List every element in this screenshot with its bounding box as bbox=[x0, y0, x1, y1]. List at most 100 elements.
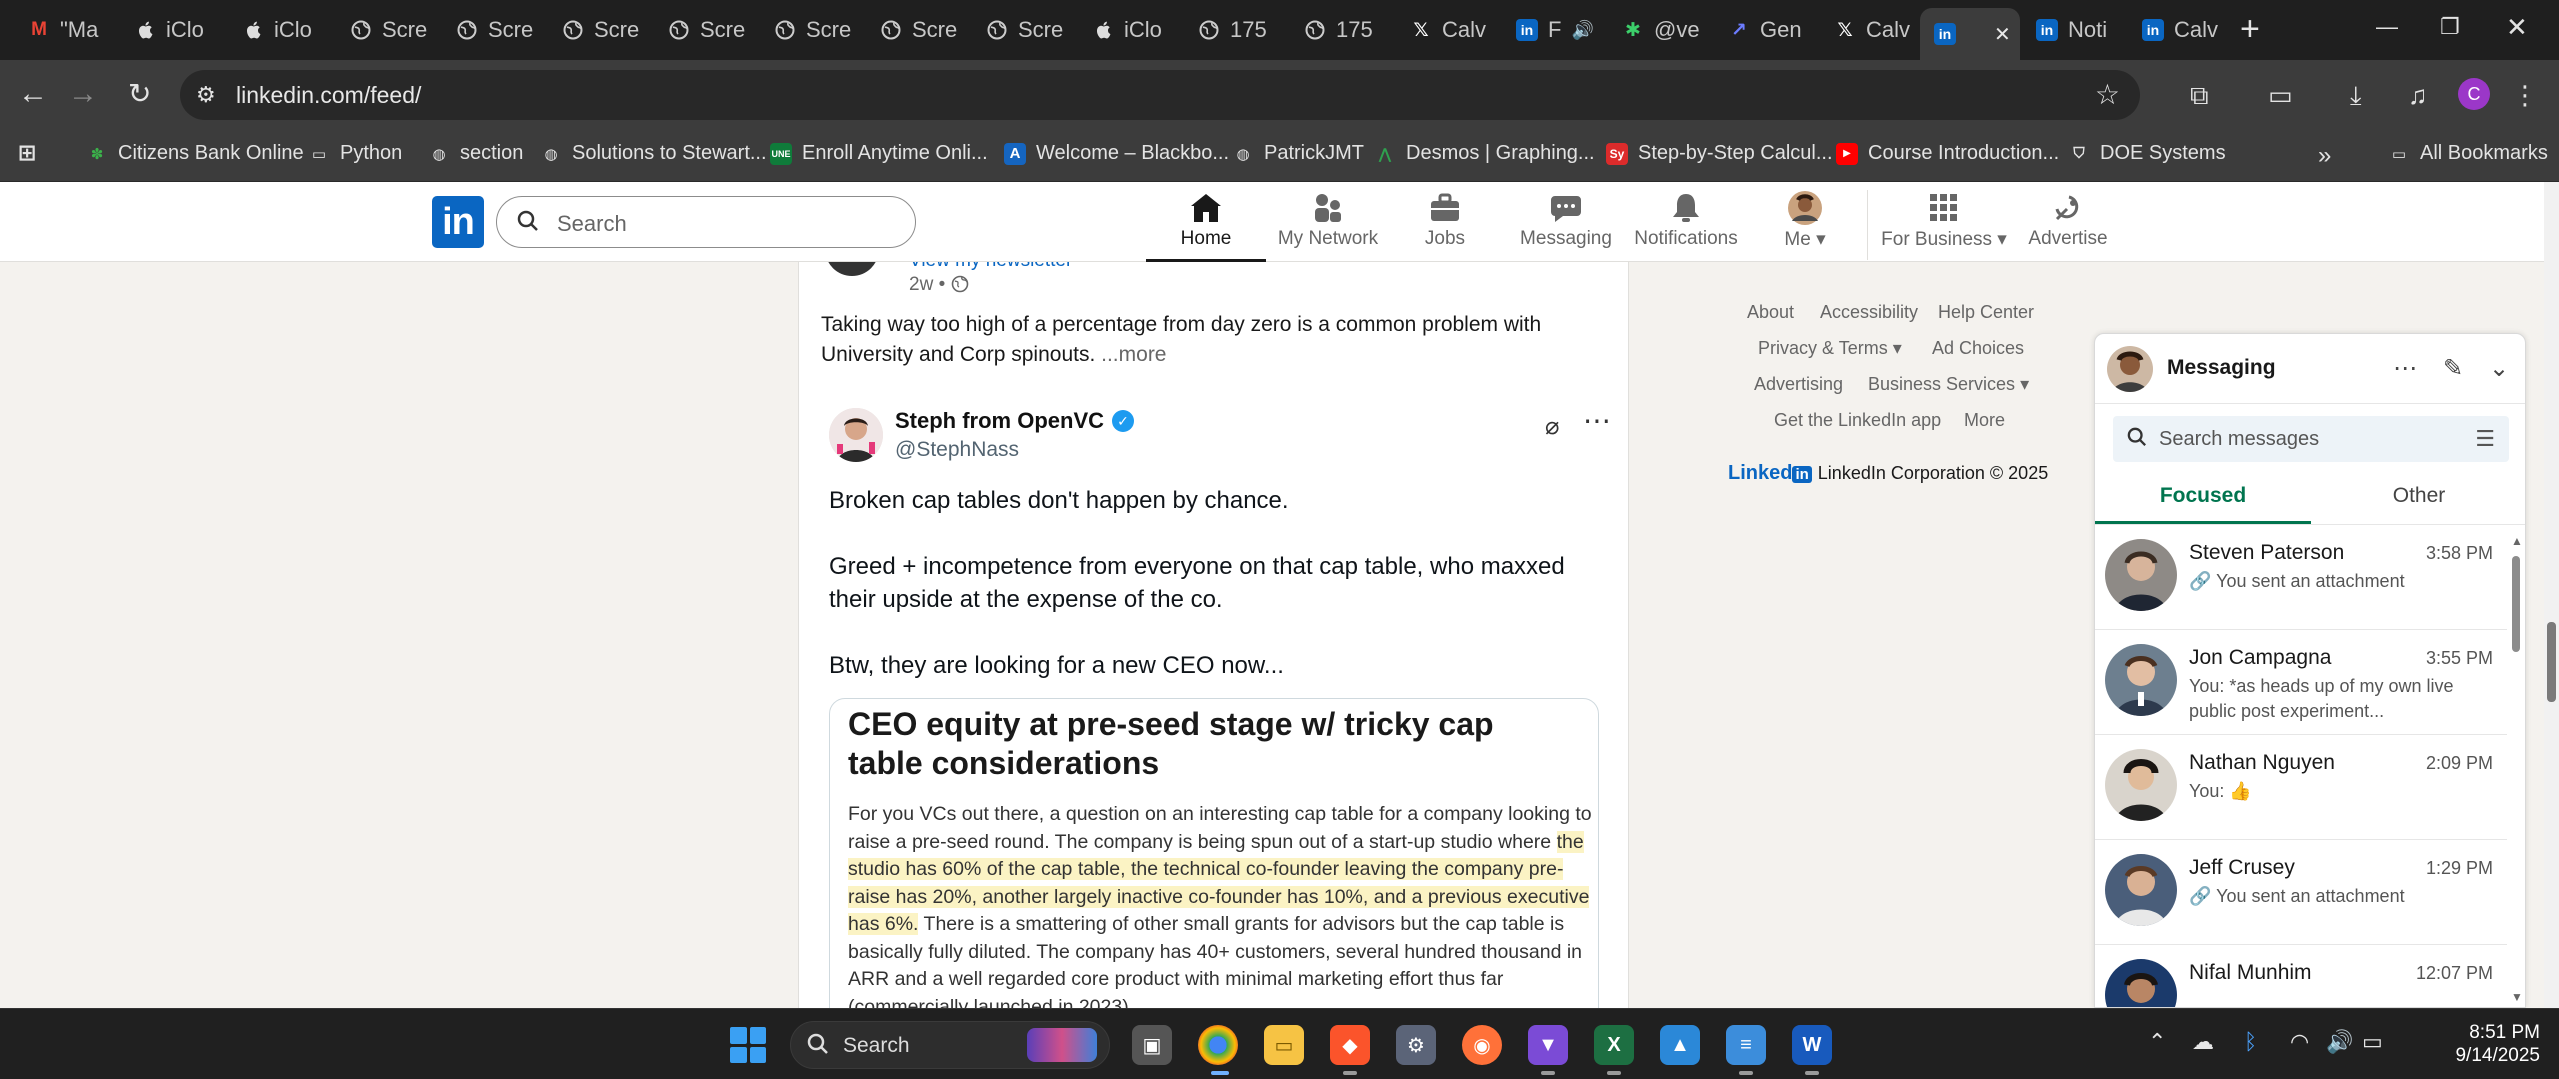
task-view-icon[interactable]: ▣ bbox=[1132, 1025, 1172, 1065]
brave-icon[interactable]: ◆ bbox=[1330, 1025, 1370, 1065]
browser-tab[interactable]: in Calv bbox=[2128, 10, 2226, 50]
bookmark-item[interactable]: ◍ section bbox=[428, 142, 523, 165]
tab-other[interactable]: Other bbox=[2311, 472, 2525, 524]
bookmark-item[interactable]: UNE Enroll Anytime Onli... bbox=[770, 142, 988, 165]
apps-icon[interactable]: ⊞ bbox=[16, 140, 38, 165]
browser-tab-active[interactable]: in ✕ bbox=[1920, 8, 2020, 60]
messaging-header[interactable]: Messaging ⋯ ✎ ⌄ bbox=[2095, 334, 2525, 404]
nav-jobs[interactable]: Jobs bbox=[1400, 190, 1490, 262]
photos-icon[interactable]: ▲ bbox=[1660, 1025, 1700, 1065]
more-options-icon[interactable]: ⋯ bbox=[2393, 354, 2417, 383]
new-tab-icon[interactable]: + bbox=[2240, 12, 2260, 46]
reading-mode-icon[interactable]: ▭ bbox=[2268, 80, 2293, 111]
tab-focused[interactable]: Focused bbox=[2095, 472, 2311, 524]
browser-tab[interactable]: ✱ @ve bbox=[1608, 10, 1706, 50]
browser-tab[interactable]: iClo bbox=[120, 10, 218, 50]
author-avatar[interactable] bbox=[825, 262, 879, 276]
nav-messaging[interactable]: Messaging bbox=[1506, 190, 1626, 262]
browser-tab[interactable]: Scre bbox=[548, 10, 646, 50]
bookmark-item[interactable]: ⋀ Desmos | Graphing... bbox=[1374, 142, 1595, 165]
browser-tab[interactable]: ↗ Gen bbox=[1714, 10, 1812, 50]
browser-tab[interactable]: Scre bbox=[654, 10, 752, 50]
conversation-item[interactable]: Nathan Nguyen 2:09 PM You: 👍 bbox=[2095, 735, 2507, 840]
close-tab-icon[interactable]: ✕ bbox=[1994, 22, 2011, 47]
more-options-icon[interactable]: ⋯ bbox=[1583, 404, 1611, 437]
footer-link-ad-choices[interactable]: Ad Choices bbox=[1932, 338, 2024, 359]
conversation-item[interactable]: Jeff Crusey 1:29 PM 🔗 You sent an attach… bbox=[2095, 840, 2507, 945]
browser-tab[interactable]: 𝕏 Calv bbox=[1820, 10, 1918, 50]
forward-icon[interactable]: → bbox=[68, 76, 98, 112]
vpn-icon[interactable]: ▼ bbox=[1528, 1025, 1568, 1065]
browser-tab[interactable]: Scre bbox=[336, 10, 434, 50]
wifi-icon[interactable]: ◠ bbox=[2290, 1029, 2309, 1055]
footer-link-business-services[interactable]: Business Services ▾ bbox=[1868, 374, 2029, 395]
newsletter-link[interactable]: View my newsletter bbox=[909, 262, 1072, 272]
browser-tab[interactable]: in F 🔊 bbox=[1502, 10, 1600, 50]
embedded-post-image[interactable]: CEO equity at pre-seed stage w/ tricky c… bbox=[829, 698, 1599, 1008]
speaker-icon[interactable]: 🔊 bbox=[1571, 20, 1593, 41]
footer-link-get-app[interactable]: Get the LinkedIn app bbox=[1774, 410, 1941, 431]
bluetooth-icon[interactable]: ᛒ bbox=[2244, 1029, 2257, 1055]
bookmark-item[interactable]: ▭ Python bbox=[308, 142, 402, 165]
linkedin-logo[interactable]: in bbox=[432, 196, 484, 248]
taskbar-search[interactable]: Search bbox=[790, 1021, 1110, 1069]
file-explorer-icon[interactable]: ▭ bbox=[1264, 1025, 1304, 1065]
excel-icon[interactable]: X bbox=[1594, 1025, 1634, 1065]
menu-icon[interactable]: ⋮ bbox=[2512, 80, 2538, 111]
address-bar[interactable]: ⚙ linkedin.com/feed/ ☆ bbox=[180, 70, 2140, 120]
conversation-item[interactable]: Jon Campagna 3:55 PM You: *as heads up o… bbox=[2095, 630, 2507, 735]
bookmark-item[interactable]: Sy Step-by-Step Calcul... bbox=[1606, 142, 1833, 165]
profile-avatar[interactable]: C bbox=[2458, 78, 2490, 110]
scroll-up-icon[interactable]: ▲ bbox=[2511, 534, 2523, 548]
filter-icon[interactable]: ☰ bbox=[2475, 426, 2495, 452]
footer-link-help-center[interactable]: Help Center bbox=[1938, 302, 2034, 323]
all-bookmarks[interactable]: ▭ All Bookmarks bbox=[2388, 142, 2548, 165]
windows-start-icon[interactable] bbox=[730, 1027, 766, 1063]
settings-icon[interactable]: ⚙ bbox=[1396, 1025, 1436, 1065]
messaging-scrollbar[interactable]: ▲ ▼ bbox=[2509, 534, 2523, 1004]
volume-icon[interactable]: 🔊 bbox=[2326, 1029, 2353, 1055]
footer-link-more[interactable]: More bbox=[1964, 410, 2005, 431]
footer-link-accessibility[interactable]: Accessibility bbox=[1820, 302, 1918, 323]
notepad-icon[interactable]: ≡ bbox=[1726, 1025, 1766, 1065]
compose-icon[interactable]: ✎ bbox=[2443, 354, 2463, 383]
browser-tab[interactable]: iClo bbox=[1078, 10, 1176, 50]
extensions-icon[interactable]: ⧉ bbox=[2190, 80, 2209, 112]
grok-icon[interactable]: ⌀ bbox=[1545, 412, 1559, 441]
chevron-down-icon[interactable]: ⌄ bbox=[2489, 354, 2509, 383]
nav-me[interactable]: Me ▾ bbox=[1770, 190, 1840, 262]
download-icon[interactable]: ⤓ bbox=[2350, 80, 2362, 112]
conversation-item[interactable]: Nifal Munhim 12:07 PM bbox=[2095, 945, 2507, 1007]
bookmark-item[interactable]: ✽ Citizens Bank Online bbox=[86, 142, 304, 165]
site-info-icon[interactable]: ⚙ bbox=[196, 82, 222, 108]
linkedin-search[interactable]: Search bbox=[496, 196, 916, 248]
browser-tab[interactable]: M "Ma bbox=[14, 10, 109, 50]
footer-link-advertising[interactable]: Advertising bbox=[1754, 374, 1843, 395]
footer-link-privacy-terms[interactable]: Privacy & Terms ▾ bbox=[1758, 338, 1902, 359]
bookmark-star-icon[interactable]: ☆ bbox=[2095, 78, 2120, 111]
browser-tab[interactable]: 𝕏 Calv bbox=[1396, 10, 1494, 50]
footer-link-about[interactable]: About bbox=[1747, 302, 1794, 323]
browser-tab[interactable]: in Noti bbox=[2022, 10, 2124, 50]
minimize-icon[interactable]: — bbox=[2376, 14, 2398, 40]
browser-tab[interactable]: 175 bbox=[1184, 10, 1282, 50]
nav-home[interactable]: Home bbox=[1146, 190, 1266, 262]
bookmark-item[interactable]: ▶ Course Introduction... bbox=[1836, 142, 2059, 165]
scroll-down-icon[interactable]: ▼ bbox=[2511, 990, 2523, 1004]
onedrive-icon[interactable]: ☁ bbox=[2192, 1029, 2214, 1055]
browser-tab[interactable]: Scre bbox=[442, 10, 540, 50]
reload-icon[interactable]: ↻ bbox=[128, 76, 151, 112]
browser-tab[interactable]: iClo bbox=[228, 10, 326, 50]
system-clock[interactable]: 8:51 PM 9/14/2025 bbox=[2440, 1021, 2540, 1067]
bookmark-item[interactable]: ⛉ DOE Systems bbox=[2068, 142, 2225, 165]
messaging-search[interactable]: Search messages ☰ bbox=[2113, 416, 2509, 462]
bookmark-item[interactable]: ◍ Solutions to Stewart... bbox=[540, 142, 766, 165]
browser-tab[interactable]: Scre bbox=[972, 10, 1070, 50]
browser-tab[interactable]: Scre bbox=[866, 10, 964, 50]
nav-notifications[interactable]: Notifications bbox=[1626, 190, 1746, 262]
nav-for-business[interactable]: For Business ▾ bbox=[1876, 190, 2012, 262]
close-window-icon[interactable]: ✕ bbox=[2506, 12, 2528, 43]
page-scrollbar[interactable] bbox=[2544, 182, 2559, 1008]
battery-icon[interactable]: ▭ bbox=[2362, 1029, 2383, 1055]
see-more-link[interactable]: ...more bbox=[1101, 343, 1166, 366]
